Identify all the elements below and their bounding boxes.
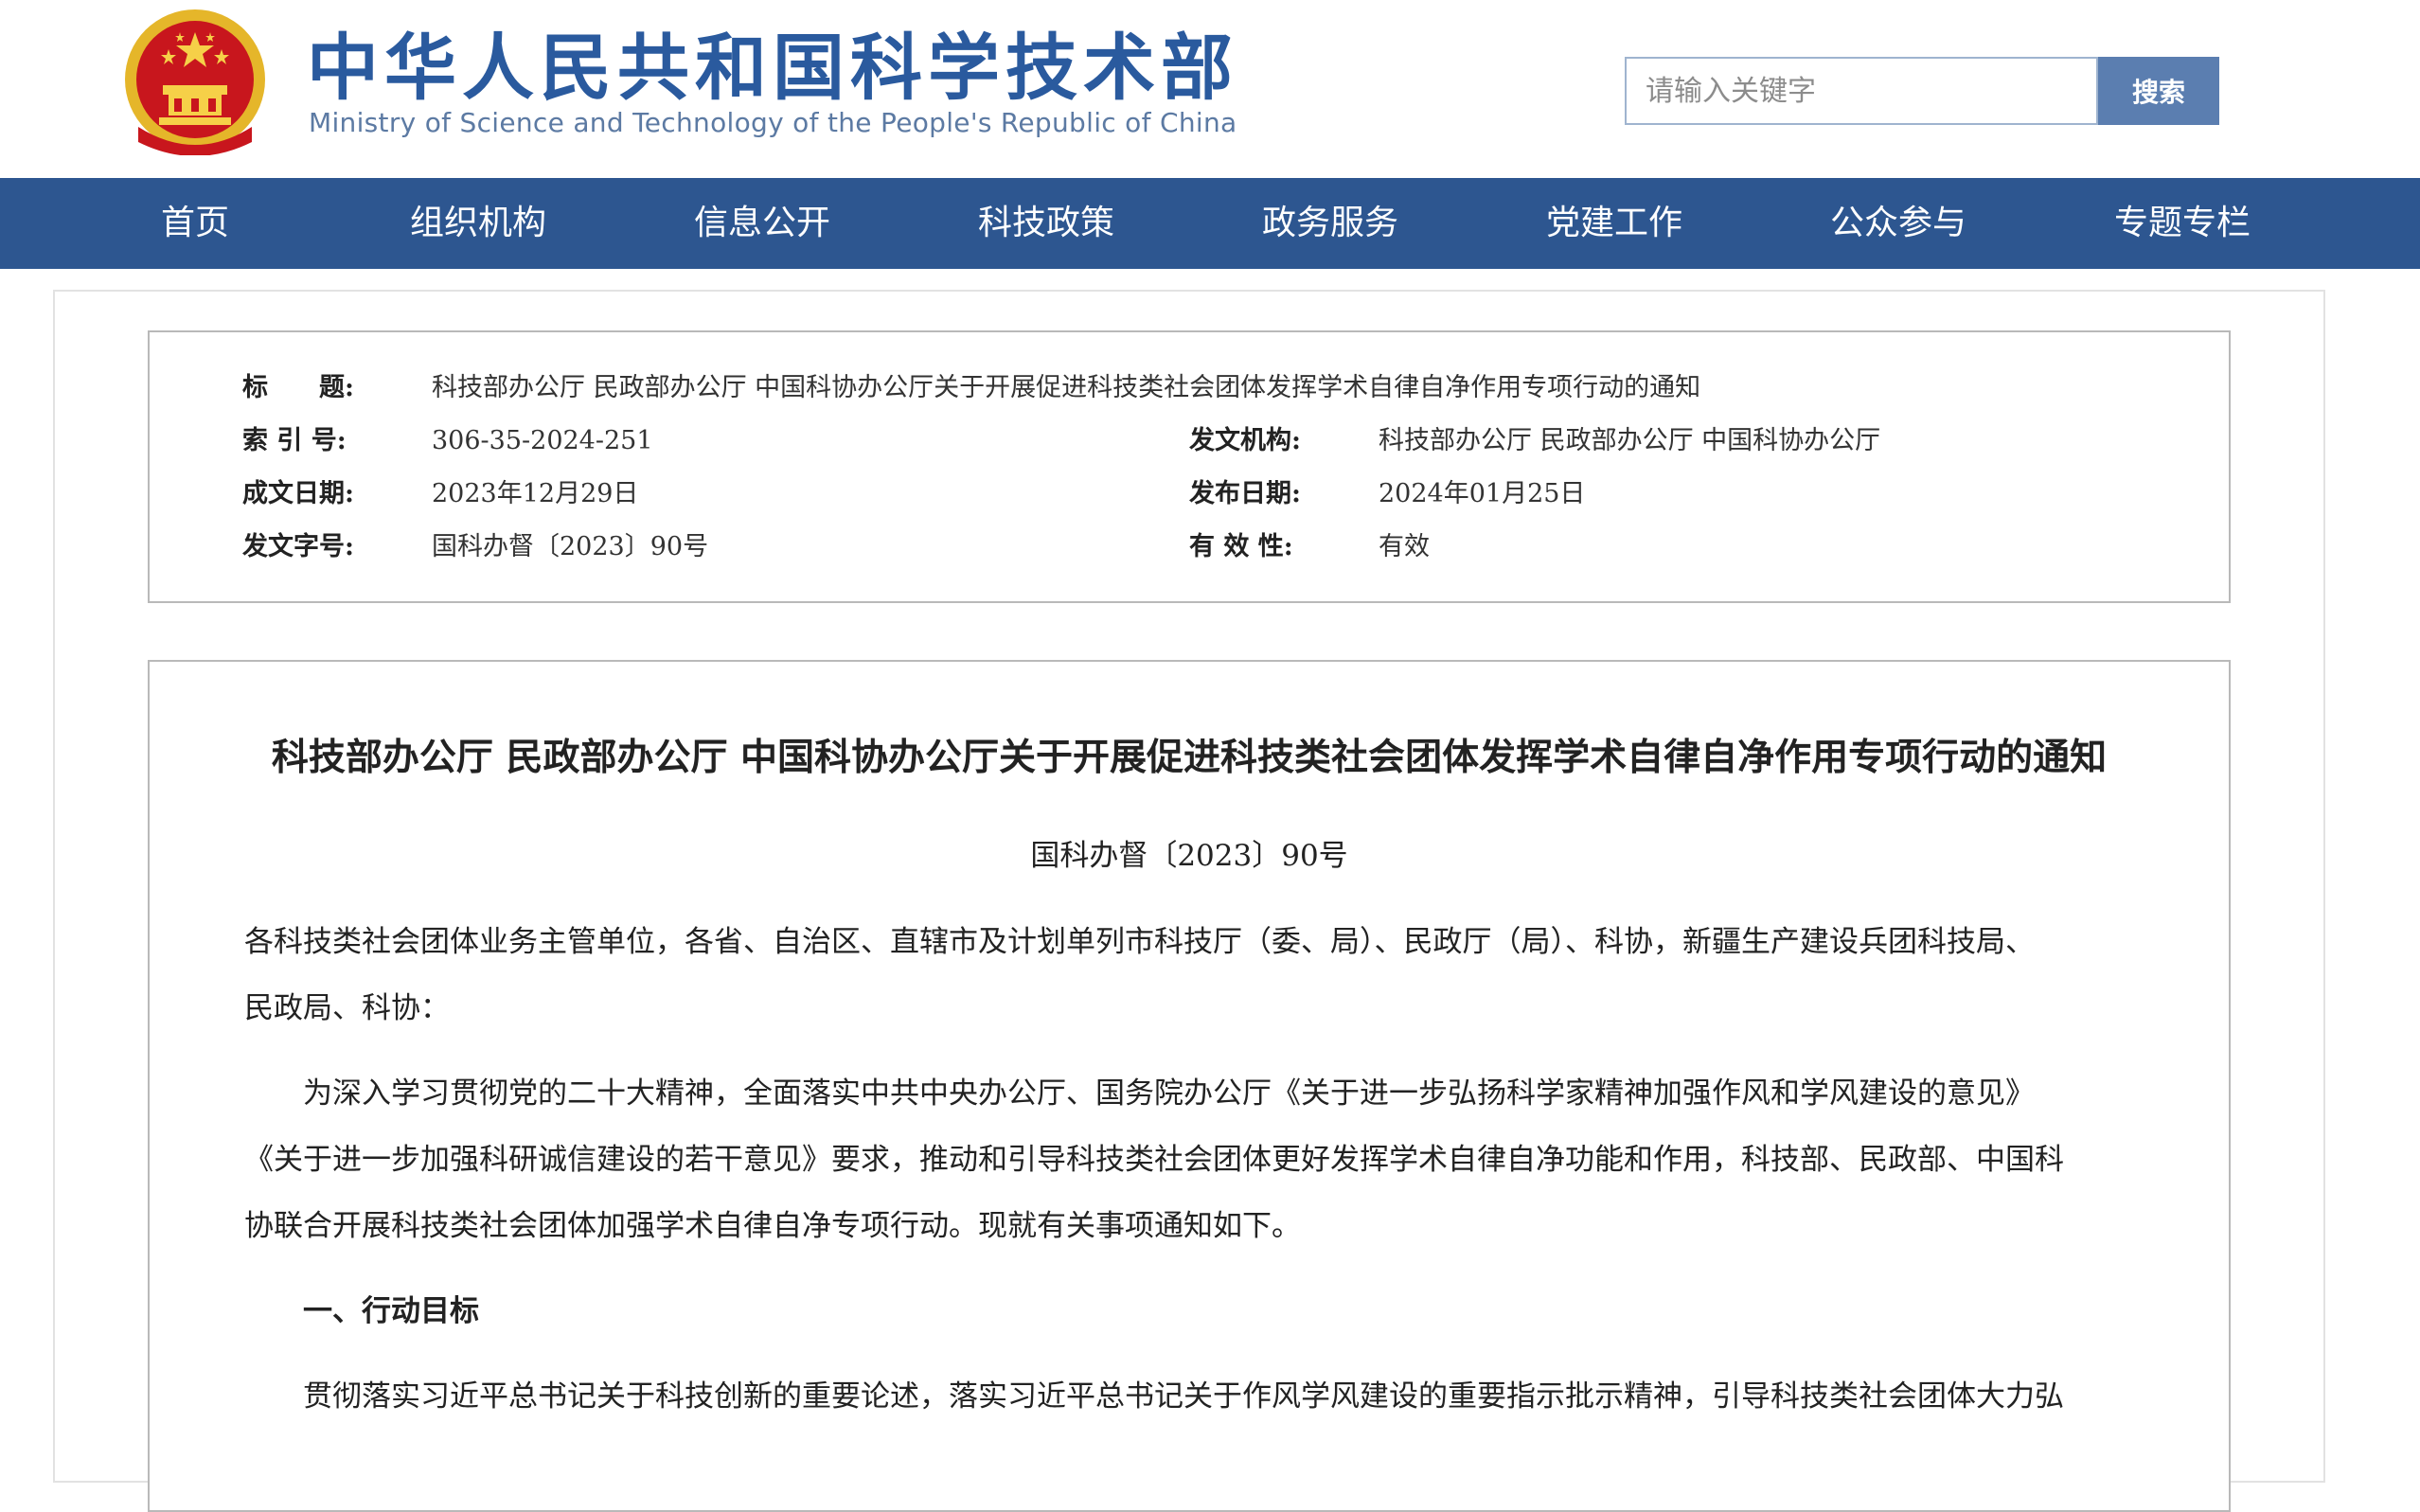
info-docno-label: 发文字号: [242, 532, 354, 561]
article-section-heading: 一、行动目标 [303, 1294, 479, 1328]
article-recipients-line: 民政局、科协： [244, 991, 450, 1025]
info-index-value: 306-35-2024-251 [432, 426, 653, 455]
main-nav: 首页 组织机构 信息公开 科技政策 政务服务 党建工作 公众参与 专题专栏 [0, 178, 2420, 269]
nav-item-organization[interactable]: 组织机构 [407, 178, 549, 269]
info-title-value: 科技部办公厅 民政部办公厅 中国科协办公厅关于开展促进科技类社会团体发挥学术自律… [432, 373, 1701, 402]
article-recipients-line: 各科技类社会团体业务主管单位，各省、自治区、直辖市及计划单列市科技厅（委、局）、… [244, 925, 2035, 959]
info-created-value: 2023年12月29日 [432, 479, 639, 508]
nav-item-home[interactable]: 首页 [142, 178, 248, 269]
article-intro-line: 为深入学习贯彻党的二十大精神，全面落实中共中央办公厅、国务院办公厅《关于进一步弘… [303, 1076, 2035, 1111]
info-index-label: 索 引 号: [242, 426, 347, 455]
nav-item-information[interactable]: 信息公开 [691, 178, 833, 269]
site-subtitle: Ministry of Science and Technology of th… [309, 107, 1237, 138]
site-title[interactable]: 中华人民共和国科学技术部 [307, 21, 1233, 116]
info-validity-label: 有 效 性: [1189, 532, 1293, 561]
nav-item-party-building[interactable]: 党建工作 [1543, 178, 1685, 269]
nav-item-public-participation[interactable]: 公众参与 [1827, 178, 1969, 269]
info-created-label: 成文日期: [242, 479, 354, 508]
info-published-label: 发布日期: [1189, 479, 1301, 508]
info-issuer-value: 科技部办公厅 民政部办公厅 中国科协办公厅 [1379, 426, 1881, 455]
info-docno-value: 国科办督〔2023〕90号 [432, 532, 709, 561]
site-header: 中华人民共和国科学技术部 Ministry of Science and Tec… [0, 0, 2420, 178]
article-intro-line: 《关于进一步加强科研诚信建设的若干意见》要求，推动和引导科技类社会团体更好发挥学… [244, 1143, 2064, 1177]
search-input[interactable] [1625, 57, 2098, 125]
article-title: 科技部办公厅 民政部办公厅 中国科协办公厅关于开展促进科技类社会团体发挥学术自律… [271, 736, 2108, 779]
search-button[interactable]: 搜索 [2098, 57, 2219, 125]
nav-item-policy[interactable]: 科技政策 [975, 178, 1117, 269]
info-validity-value: 有效 [1379, 532, 1430, 561]
info-issuer-label: 发文机构: [1189, 426, 1301, 455]
info-title-label: 标 题: [242, 373, 354, 402]
article-doc-number: 国科办督〔2023〕90号 [1030, 839, 1348, 873]
nav-item-services[interactable]: 政务服务 [1259, 178, 1401, 269]
info-published-value: 2024年01月25日 [1379, 479, 1586, 508]
nav-item-special-topics[interactable]: 专题专栏 [2111, 178, 2253, 269]
article-section-line: 贯彻落实习近平总书记关于科技创新的重要论述，落实习近平总书记关于作风学风建设的重… [303, 1379, 2064, 1414]
article-intro-line: 协联合开展科技类社会团体加强学术自律自净专项行动。现就有关事项通知如下。 [244, 1209, 1301, 1243]
national-emblem-icon[interactable] [121, 4, 269, 155]
